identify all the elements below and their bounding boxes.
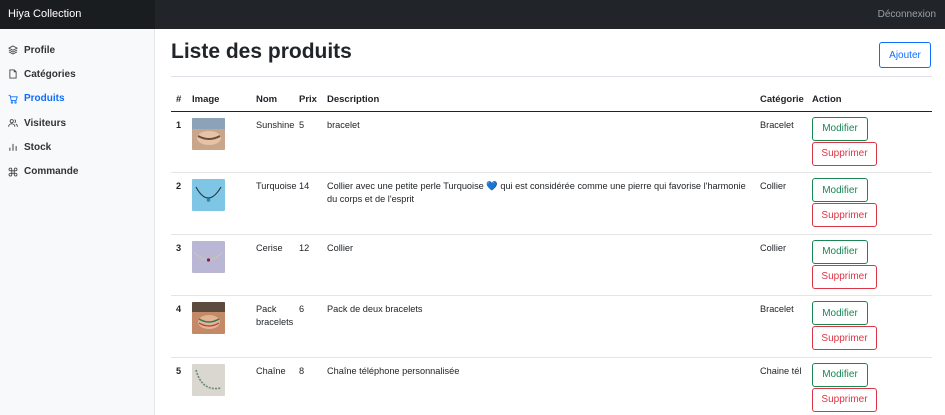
col-header-price: Prix (294, 88, 322, 112)
product-category: Collier (755, 234, 807, 296)
edit-button[interactable]: Modifier (812, 301, 868, 325)
row-number: 1 (171, 111, 187, 173)
product-thumbnail (192, 363, 225, 396)
action-cell: Modifier Supprimer (807, 357, 932, 415)
col-header-num: # (171, 88, 187, 112)
col-header-image: Image (187, 88, 251, 112)
col-header-action: Action (807, 88, 932, 112)
sidebar-item-visitors[interactable]: Visiteurs (0, 111, 154, 135)
delete-button[interactable]: Supprimer (812, 387, 877, 412)
add-product-button[interactable]: Ajouter (879, 42, 931, 68)
edit-button[interactable]: Modifier (812, 239, 868, 264)
col-header-description: Description (322, 88, 755, 112)
product-category: Chaine tél (755, 357, 807, 415)
main-content: Liste des produits Ajouter # Image Nom P… (171, 29, 932, 415)
sidebar-item-profile[interactable]: Profile (0, 38, 154, 62)
sidebar-item-label: Visiteurs (24, 117, 67, 129)
sidebar-item-orders[interactable]: Commande (0, 159, 154, 183)
sidebar-item-label: Catégories (24, 68, 76, 80)
products-table: # Image Nom Prix Description Catégorie A… (171, 88, 932, 415)
image-cell (187, 295, 251, 358)
table-row: 1 Sunshine 5 bracelet Bracelet Modifier … (171, 111, 932, 173)
image-cell (187, 172, 251, 235)
product-name: Sunshine (251, 111, 294, 173)
product-price: 12 (294, 234, 322, 296)
delete-button[interactable]: Supprimer (812, 141, 877, 166)
sidebar-item-categories[interactable]: Catégories (0, 62, 154, 86)
product-name: Chaîne (251, 357, 294, 415)
product-description: Collier (322, 234, 755, 296)
product-price: 14 (294, 172, 322, 235)
edit-button[interactable]: Modifier (812, 362, 868, 387)
product-description: bracelet (322, 111, 755, 173)
row-number: 2 (171, 172, 187, 235)
product-category: Bracelet (755, 111, 807, 173)
sidebar-item-label: Commande (24, 166, 79, 178)
product-thumbnail (192, 240, 225, 273)
sidebar: Profile Catégories Produits Visiteurs St… (0, 29, 155, 415)
table-row: 2 Turquoise 14 Collier avec une petite p… (171, 172, 932, 235)
product-name: Cerise (251, 234, 294, 296)
row-number: 5 (171, 357, 187, 415)
top-navbar: Hiya Collection Déconnexion (0, 0, 945, 29)
file-icon (8, 69, 18, 79)
action-cell: Modifier Supprimer (807, 111, 932, 173)
table-header-row: # Image Nom Prix Description Catégorie A… (171, 88, 932, 112)
product-name: Pack bracelets (251, 295, 294, 358)
image-cell (187, 357, 251, 415)
product-description: Pack de deux bracelets (322, 295, 755, 358)
product-thumbnail (192, 302, 225, 334)
sidebar-item-label: Profile (24, 44, 56, 56)
layers-icon (8, 45, 18, 55)
product-description: Collier avec une petite perle Turquoise … (322, 172, 755, 235)
product-description: Chaîne téléphone personnalisée (322, 357, 755, 415)
col-header-category: Catégorie (755, 88, 807, 112)
action-cell: Modifier Supprimer (807, 234, 932, 296)
sidebar-item-products[interactable]: Produits (0, 87, 154, 111)
product-price: 6 (294, 295, 322, 358)
product-price: 8 (294, 357, 322, 415)
table-row: 5 Chaîne 8 Chaîne téléphone personnalisé… (171, 357, 932, 415)
table-row: 4 Pack bracelets 6 Pack de deux bracelet… (171, 295, 932, 358)
delete-button[interactable]: Supprimer (812, 203, 877, 227)
product-name: Turquoise (251, 172, 297, 235)
product-category: Bracelet (755, 295, 807, 358)
product-price: 5 (294, 111, 322, 173)
command-icon (8, 167, 18, 177)
edit-button[interactable]: Modifier (812, 116, 868, 141)
row-number: 3 (171, 234, 187, 296)
logout-link[interactable]: Déconnexion (878, 0, 936, 29)
page-title: Liste des produits (171, 40, 352, 63)
image-cell (187, 111, 251, 173)
users-icon (8, 118, 18, 128)
product-category: Collier (755, 172, 807, 235)
image-cell (187, 234, 251, 296)
sidebar-item-stock[interactable]: Stock (0, 135, 154, 159)
delete-button[interactable]: Supprimer (812, 326, 877, 350)
row-number: 4 (171, 295, 187, 358)
sidebar-item-label: Produits (24, 93, 65, 105)
delete-button[interactable]: Supprimer (812, 264, 877, 289)
action-cell: Modifier Supprimer (807, 295, 932, 358)
brand-logo[interactable]: Hiya Collection (0, 0, 155, 29)
action-cell: Modifier Supprimer (807, 172, 932, 235)
sidebar-item-label: Stock (24, 141, 52, 153)
bar-chart-icon (8, 142, 18, 152)
product-thumbnail (192, 117, 225, 150)
page-header: Liste des produits Ajouter (171, 29, 932, 77)
product-thumbnail (192, 179, 225, 211)
cart-icon (8, 94, 18, 104)
col-header-name: Nom (251, 88, 294, 112)
table-row: 3 Cerise 12 Collier Collier Modifier Sup… (171, 234, 932, 296)
edit-button[interactable]: Modifier (812, 178, 868, 202)
